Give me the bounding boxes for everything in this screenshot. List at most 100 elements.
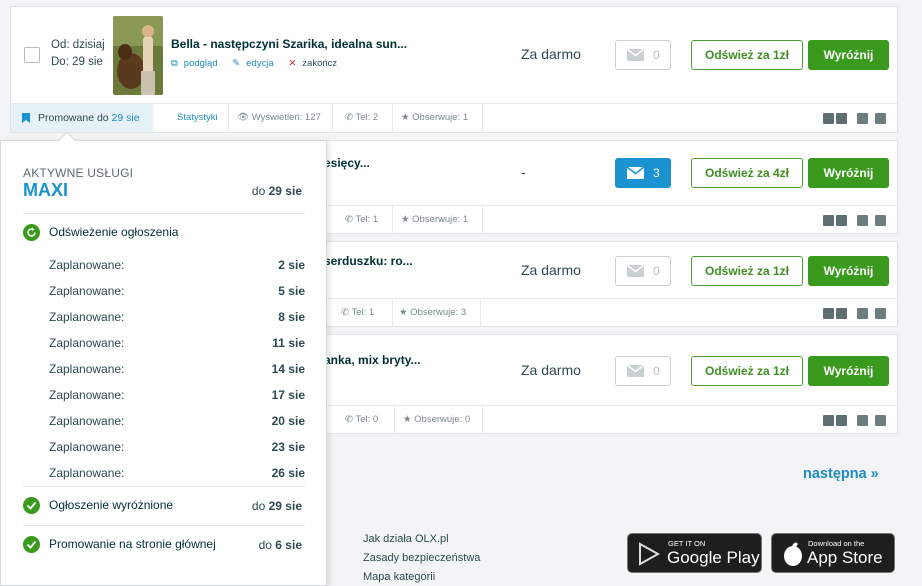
ad-title[interactable]: anka, mix bryty... — [324, 353, 421, 367]
print-icon[interactable] — [857, 215, 868, 226]
messages-button[interactable]: 0 — [615, 356, 671, 386]
refresh-button[interactable]: Odśwież za 1zł — [691, 40, 803, 70]
messages-button[interactable]: 0 — [615, 40, 671, 70]
homepage-until: do 6 sie — [258, 538, 302, 552]
messages-count: 0 — [653, 364, 660, 378]
refresh-button[interactable]: Odśwież za 1zł — [691, 256, 803, 286]
apple-icon — [784, 542, 802, 566]
edit-link[interactable]: ✎ edycja — [232, 58, 279, 69]
share-icon[interactable] — [875, 113, 886, 124]
end-link[interactable]: ✕ zakończ — [288, 58, 343, 69]
scheduled-refresh-row: Zaplanowane: 26 sie — [49, 466, 305, 480]
stats-link[interactable]: Statystyki — [169, 104, 229, 132]
share-icons — [823, 415, 889, 426]
footer-link-safety[interactable]: Zasady bezpieczeństwa — [363, 549, 480, 568]
refresh-button[interactable]: Odśwież za 4zł — [691, 158, 803, 188]
ad-checkbox[interactable] — [24, 47, 40, 63]
app-store-badge[interactable]: Download on the App Store — [771, 533, 895, 573]
refresh-button[interactable]: Odśwież za 1zł — [691, 356, 803, 386]
phone-count: ✆ Tel: 1 — [333, 299, 393, 327]
scheduled-label: Zaplanowane: — [49, 310, 125, 324]
star-icon: ★ — [403, 414, 412, 425]
check-icon — [23, 536, 40, 553]
twitter-icon[interactable] — [836, 215, 847, 226]
scheduled-refresh-row: Zaplanowane: 5 sie — [49, 284, 305, 298]
print-icon[interactable] — [857, 113, 868, 124]
phone-icon: ✆ — [345, 112, 353, 123]
scheduled-refresh-row: Zaplanowane: 20 sie — [49, 414, 305, 428]
facebook-icon[interactable] — [823, 308, 834, 319]
watchers-count: ★ Obserwuje: 3 — [391, 299, 481, 327]
footer-link-category-map[interactable]: Mapa kategorii — [363, 568, 480, 586]
envelope-icon — [627, 49, 644, 61]
share-icons — [823, 113, 889, 124]
scheduled-date: 5 sie — [278, 284, 305, 298]
facebook-icon[interactable] — [823, 113, 834, 124]
promoted-badge[interactable]: Promowane do 29 sie — [11, 104, 153, 132]
scheduled-refresh-row: Zaplanowane: 14 sie — [49, 362, 305, 376]
share-icons — [823, 215, 889, 226]
date-from: Od: dzisiaj — [51, 39, 105, 51]
star-icon: ★ — [399, 307, 408, 318]
messages-button[interactable]: 3 — [615, 158, 671, 188]
footer-links: Jak działa OLX.pl Zasady bezpieczeństwa … — [363, 530, 480, 586]
print-icon[interactable] — [857, 308, 868, 319]
phone-icon: ✆ — [345, 414, 353, 425]
twitter-icon[interactable] — [836, 113, 847, 124]
envelope-icon — [627, 365, 644, 377]
star-icon: ★ — [401, 112, 410, 123]
ad-dates: Od: dzisiaj Do: 29 sie — [51, 37, 105, 71]
close-icon: ✕ — [288, 58, 297, 69]
google-play-badge[interactable]: GET IT ON Google Play — [627, 533, 762, 573]
scheduled-label: Zaplanowane: — [49, 284, 125, 298]
share-icons — [823, 308, 889, 319]
print-icon[interactable] — [857, 415, 868, 426]
scheduled-label: Zaplanowane: — [49, 362, 125, 376]
popover-arrow — [58, 131, 76, 149]
watchers-count: ★ Obserwuje: 1 — [393, 206, 483, 234]
twitter-icon[interactable] — [836, 415, 847, 426]
messages-count: 0 — [653, 48, 660, 62]
share-icon[interactable] — [875, 415, 886, 426]
ad-title[interactable]: Bella - następczyni Szarika, idealna sun… — [171, 37, 407, 51]
share-icon[interactable] — [875, 215, 886, 226]
ad-price: Za darmo — [521, 362, 581, 378]
ad-price: Za darmo — [521, 46, 581, 62]
scheduled-label: Zaplanowane: — [49, 336, 125, 350]
package-until: do 29 sie — [251, 184, 302, 198]
feature-button[interactable]: Wyróżnij — [808, 356, 889, 386]
feature-button[interactable]: Wyróżnij — [808, 158, 889, 188]
preview-link[interactable]: ⧉ podgląd — [171, 58, 224, 69]
check-icon — [23, 497, 40, 514]
messages-button[interactable]: 0 — [615, 256, 671, 286]
views-count: 👁 Wyświetleń: 127 — [229, 104, 333, 132]
scheduled-refresh-row: Zaplanowane: 23 sie — [49, 440, 305, 454]
phone-count: ✆ Tel: 1 — [333, 206, 393, 234]
messages-count: 3 — [653, 166, 660, 180]
eye-icon: 👁 — [237, 112, 250, 123]
scheduled-date: 2 sie — [278, 258, 305, 272]
ad-title[interactable]: serduszku: ro... — [324, 254, 413, 268]
facebook-icon[interactable] — [823, 415, 834, 426]
active-services-popover: AKTYWNE USŁUGI MAXI do 29 sie Odświeżeni… — [0, 131, 327, 586]
promoted-until: 29 sie — [111, 112, 140, 124]
bookmark-icon — [22, 113, 30, 123]
scheduled-refresh-row: Zaplanowane: 17 sie — [49, 388, 305, 402]
phone-count: ✆ Tel: 0 — [333, 406, 395, 434]
ad-price: Za darmo — [521, 262, 581, 278]
facebook-icon[interactable] — [823, 215, 834, 226]
footer-link-how-it-works[interactable]: Jak działa OLX.pl — [363, 530, 480, 549]
ad-title[interactable]: esięcy... — [324, 156, 370, 170]
scheduled-label: Zaplanowane: — [49, 440, 125, 454]
twitter-icon[interactable] — [836, 308, 847, 319]
scheduled-label: Zaplanowane: — [49, 258, 125, 272]
ad-thumbnail[interactable] — [113, 16, 163, 95]
next-page-link[interactable]: następna » — [803, 466, 879, 482]
feature-button[interactable]: Wyróżnij — [808, 256, 889, 286]
messages-count: 0 — [653, 264, 660, 278]
refresh-icon — [23, 224, 40, 241]
phone-count: ✆ Tel: 2 — [333, 104, 393, 132]
share-icon[interactable] — [875, 308, 886, 319]
phone-icon: ✆ — [341, 307, 349, 318]
feature-button[interactable]: Wyróżnij — [808, 40, 889, 70]
